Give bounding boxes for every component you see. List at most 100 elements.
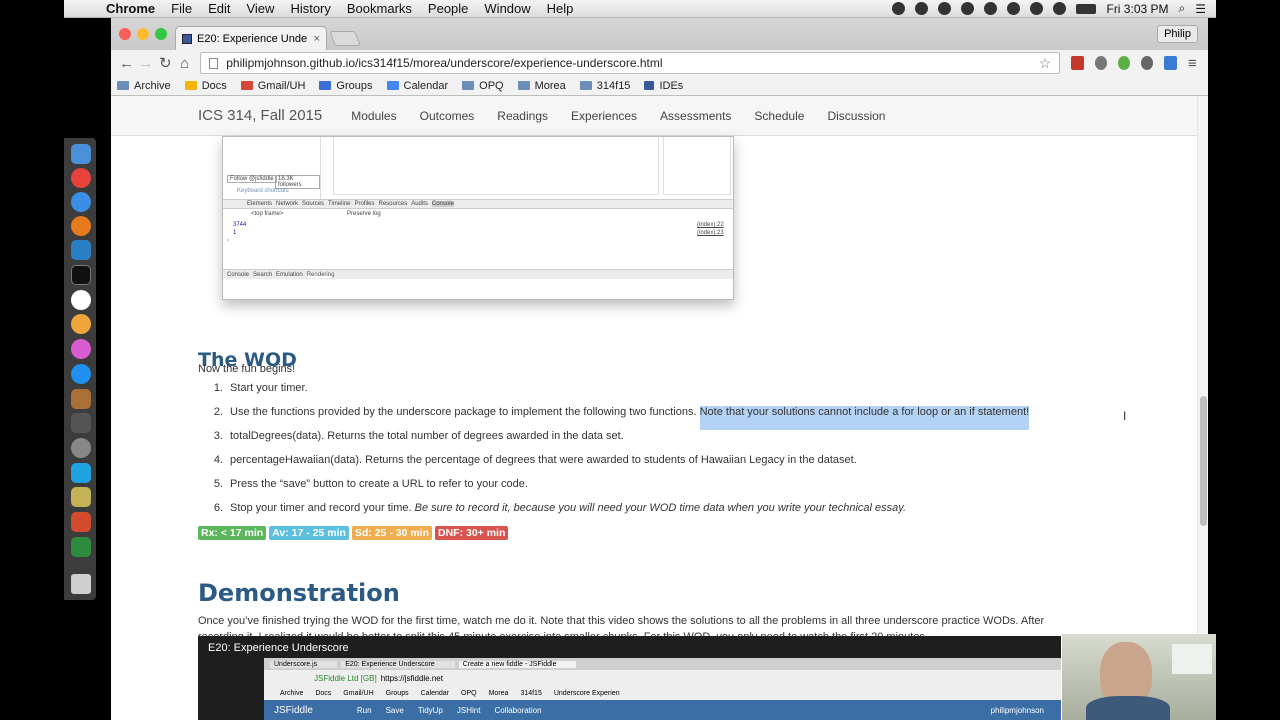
video-tab: E20: Experience Underscore [341, 660, 455, 668]
nav-outcomes[interactable]: Outcomes [420, 109, 475, 123]
console-output-source: (index):22 [697, 222, 724, 228]
volume-icon[interactable] [1030, 2, 1044, 15]
sync-extension-icon[interactable] [1094, 56, 1107, 70]
notes-icon[interactable] [71, 389, 91, 409]
nav-discussion[interactable]: Discussion [827, 109, 885, 123]
menu-people[interactable]: People [420, 1, 476, 16]
github-icon[interactable] [71, 290, 91, 310]
stack-icon[interactable] [71, 487, 91, 507]
page-icon [644, 81, 655, 90]
back-icon[interactable]: ← [117, 55, 136, 72]
bookmark-opq[interactable]: OPQ [462, 79, 504, 92]
camera-status-icon[interactable] [892, 2, 906, 15]
close-window-button[interactable] [119, 28, 131, 40]
nav-modules[interactable]: Modules [351, 109, 396, 123]
nav-schedule[interactable]: Schedule [754, 109, 804, 123]
forward-icon[interactable]: → [136, 55, 155, 72]
site-brand[interactable]: ICS 314, Fall 2015 [198, 107, 322, 124]
excel-icon[interactable] [71, 537, 91, 557]
info-extension-icon[interactable] [1141, 56, 1154, 70]
system-preferences-icon[interactable] [71, 438, 91, 458]
webstorm-icon[interactable] [71, 463, 91, 483]
devtools-tab: Network [276, 201, 299, 207]
menu-view[interactable]: View [238, 1, 282, 16]
bookmark-gmail[interactable]: Gmail/UH [240, 80, 305, 92]
video-toolbar-item: TidyUp [417, 705, 443, 715]
reload-icon[interactable]: ↻ [156, 54, 175, 72]
bookmark-label: OPQ [479, 79, 504, 92]
trash-icon[interactable] [71, 574, 91, 594]
presentation-icon[interactable] [71, 512, 91, 532]
bookmark-morea[interactable]: Morea [517, 80, 566, 92]
terminal-icon[interactable] [71, 265, 91, 285]
sync-status-icon[interactable] [961, 2, 975, 15]
video-url: https://jsfiddle.net [380, 673, 443, 683]
bookmark-calendar[interactable]: Calendar [386, 80, 448, 92]
battery-icon[interactable] [1076, 3, 1097, 14]
devtools-tab: Resources [378, 201, 408, 207]
dropbox-status-icon[interactable] [938, 2, 952, 15]
time-machine-icon[interactable] [1007, 2, 1021, 15]
bookmark-314f15[interactable]: 314f15 [579, 80, 630, 92]
evernote-status-icon[interactable] [915, 2, 929, 15]
address-bar[interactable]: philipmjohnson.github.io/ics314f15/morea… [200, 52, 1061, 74]
menu-bookmarks[interactable]: Bookmarks [339, 1, 420, 16]
ceiling-light [1172, 644, 1212, 674]
bookmark-star-icon[interactable]: ☆ [1039, 55, 1052, 72]
spotlight-icon[interactable]: ⌕ [1179, 1, 1186, 16]
photos-icon[interactable] [71, 314, 91, 334]
page-scrollbar[interactable] [1197, 96, 1208, 720]
step-text: totalDegrees(data). Returns the total nu… [230, 430, 624, 442]
folder-icon [462, 81, 475, 90]
safari-icon[interactable] [71, 192, 91, 212]
app-store-icon[interactable] [71, 364, 91, 384]
menu-app-name[interactable]: Chrome [104, 1, 163, 16]
menu-history[interactable]: History [282, 1, 338, 16]
wifi-icon[interactable] [1053, 2, 1067, 15]
groups-icon [319, 81, 332, 90]
nav-experiences[interactable]: Experiences [571, 109, 637, 123]
evernote-extension-icon[interactable] [1117, 56, 1131, 70]
minimize-window-button[interactable] [137, 28, 149, 40]
drawer-tab: Console [227, 271, 250, 278]
video-player[interactable]: E20: Experience Underscore Underscore.js… [198, 636, 1061, 720]
text-cursor-icon: I [1123, 409, 1127, 423]
info-status-icon[interactable] [984, 2, 998, 15]
finder-icon[interactable] [71, 144, 91, 164]
itunes-icon[interactable] [71, 339, 91, 359]
menubar-clock[interactable]: Fri 3:03 PM [1106, 2, 1168, 16]
menu-help[interactable]: Help [539, 1, 582, 16]
menu-window[interactable]: Window [476, 1, 538, 16]
video-title[interactable]: E20: Experience Underscore [208, 642, 349, 654]
new-tab-button[interactable] [329, 31, 361, 46]
page-content: ICS 314, Fall 2015 Modules Outcomes Read… [111, 96, 1197, 720]
bookmark-docs[interactable]: Docs [184, 80, 227, 92]
zoom-window-button[interactable] [155, 28, 167, 40]
step-italic-text: Be sure to record it, because you will n… [414, 502, 906, 514]
notification-center-icon[interactable]: ☰ [1195, 2, 1206, 16]
jetbrains-extension-icon[interactable] [1164, 56, 1177, 70]
lastpass-extension-icon[interactable] [1071, 56, 1084, 70]
firefox-icon[interactable] [71, 216, 91, 236]
folder-icon [517, 81, 530, 90]
chrome-icon[interactable] [71, 168, 91, 188]
bookmark-groups[interactable]: Groups [319, 80, 373, 92]
intellij-icon[interactable] [71, 240, 91, 260]
menu-file[interactable]: File [163, 1, 200, 16]
scrollbar-thumb[interactable] [1200, 396, 1207, 526]
tab-active[interactable]: E20: Experience Underscore × [175, 26, 327, 50]
bookmark-archive[interactable]: Archive [117, 80, 171, 92]
menu-edit[interactable]: Edit [200, 1, 238, 16]
nav-assessments[interactable]: Assessments [660, 109, 731, 123]
nav-readings[interactable]: Readings [497, 109, 548, 123]
step-highlighted-text: Note that your solutions cannot include … [699, 406, 1030, 430]
home-icon[interactable]: ⌂ [175, 55, 194, 72]
profile-button[interactable]: Philip [1157, 25, 1198, 43]
camera-app-icon[interactable] [71, 413, 91, 433]
bookmark-ides[interactable]: IDEs [644, 80, 683, 92]
devtools-screenshot: Follow @jsfiddle 18.3K followers Keyboar… [222, 136, 734, 300]
tab-close-icon[interactable]: × [314, 33, 320, 45]
chrome-menu-icon[interactable]: ≡ [1183, 55, 1202, 72]
console-prompt: › [227, 238, 229, 244]
console-output-value: 3744 [233, 222, 247, 228]
